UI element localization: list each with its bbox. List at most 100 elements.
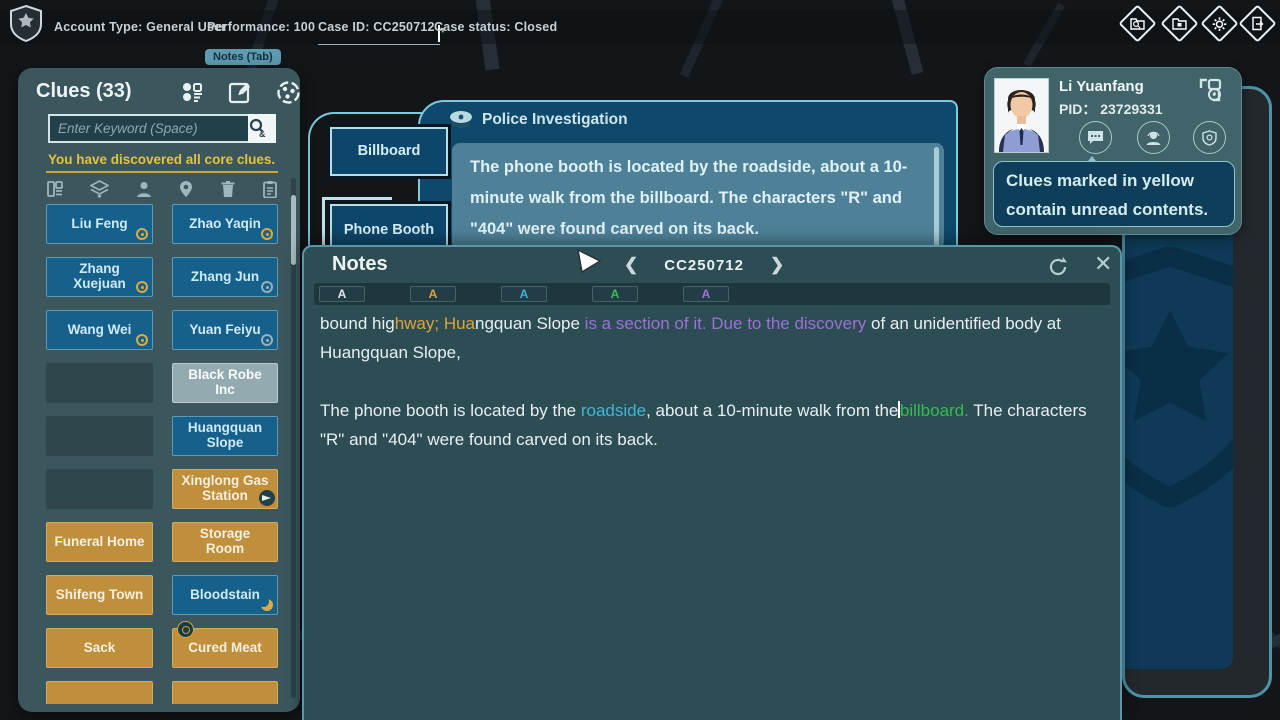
notes-text-segment: of an unidentified body at — [871, 314, 1061, 333]
clue-button-label: Bloodstain — [190, 588, 260, 603]
police-cap-icon — [448, 110, 474, 129]
filter-cabinet-icon[interactable] — [46, 180, 64, 198]
svg-text:&: & — [259, 129, 266, 139]
notes-color-tab-0[interactable]: A — [319, 286, 365, 302]
notes-panel: Notes ❮ CC250712 ❯ ✕ A A A A A bound highway… — [302, 245, 1122, 720]
notes-text-segment: , about a 10-minute walk from the — [646, 401, 898, 420]
clue-button-liu-feng[interactable]: Liu Feng — [46, 204, 153, 244]
clue-button-zhao-yaqin[interactable]: Zhao Yaqin — [172, 204, 278, 244]
clue-button-sack[interactable]: Sack — [46, 628, 153, 668]
clue-button-storage-room[interactable]: Storage Room — [172, 522, 278, 562]
police-investigation-title: Police Investigation — [482, 111, 628, 129]
close-icon[interactable]: ✕ — [1094, 251, 1112, 277]
clue-button-black-robe-inc[interactable]: Black Robe Inc — [172, 363, 278, 403]
notes-text-segment: roadside — [581, 401, 646, 420]
clue-button-label: Sack — [84, 641, 116, 656]
portrait-swap-icon[interactable] — [1197, 77, 1223, 103]
clue-button-label: Zhang Jun — [191, 270, 259, 285]
case-id-dropdown[interactable]: Case ID: CC250712 ▼ — [318, 20, 440, 45]
clue-button-label: Yuan Feiyu — [189, 323, 260, 338]
next-case-arrow[interactable]: ❯ — [770, 255, 784, 275]
assistant-name: Li Yuanfang — [1059, 78, 1144, 95]
clue-button-bloodstain[interactable]: Bloodstain — [172, 575, 278, 615]
clue-button-xinglong-gas-station[interactable]: Xinglong Gas Station — [172, 469, 278, 509]
police-investigation-header: Police Investigation — [448, 110, 628, 129]
notes-color-toolbar: AAAAA — [314, 283, 1110, 305]
clue-button-huangquan-slope[interactable]: Huangquan Slope — [172, 416, 278, 456]
discovered-message: You have discovered all core clues. — [48, 152, 275, 167]
clue-button-funeral-home[interactable]: Funeral Home — [46, 522, 153, 562]
notes-color-tab-4[interactable]: A — [683, 286, 729, 302]
share-network-icon[interactable] — [276, 80, 301, 105]
clue-button-cured-meat[interactable]: Cured Meat — [172, 628, 278, 668]
clue-slot-empty — [46, 469, 153, 509]
clue-button-partial[interactable] — [46, 681, 153, 704]
clue-button-label: Black Robe Inc — [179, 368, 271, 398]
badge-shield-icon[interactable] — [1193, 121, 1226, 154]
unread-badge-gold-dot — [261, 228, 273, 240]
tip-text: Clues marked in yellow contain unread co… — [1006, 166, 1222, 224]
clue-button-label: Shifeng Town — [56, 588, 144, 603]
notes-line: "R" and "404" were found carved on its b… — [320, 425, 1100, 454]
unread-badge-horn — [259, 490, 275, 506]
clue-button-label: Cured Meat — [188, 641, 262, 656]
divider — [46, 171, 278, 173]
unread-badge-gold-dot — [136, 334, 148, 346]
unread-badge-gold-dot — [136, 228, 148, 240]
contact-person-icon[interactable] — [1137, 121, 1170, 154]
search-input[interactable] — [48, 114, 248, 143]
notes-case-id: CC250712 — [664, 257, 744, 274]
clues-panel-title: Clues (33) — [36, 80, 132, 103]
search-icon: & — [248, 118, 268, 139]
clue-button-shifeng-town[interactable]: Shifeng Town — [46, 575, 153, 615]
notes-text-segment: bound hig — [320, 314, 395, 333]
clue-button-grid: Liu Feng Zhao Yaqin Zhang Xuejuan Zhang Jun… — [46, 204, 278, 704]
clue-list-view-icon[interactable] — [180, 80, 204, 104]
tip-box: Clues marked in yellow contain unread co… — [993, 161, 1235, 227]
notes-reset-icon[interactable] — [1046, 255, 1070, 279]
node-button-billboard[interactable]: Billboard — [330, 127, 448, 176]
clue-button-label: Liu Feng — [71, 217, 127, 232]
notes-text-content[interactable]: bound highway; Huangquan Slope is a sect… — [320, 309, 1100, 454]
clue-button-label: Zhao Yaqin — [189, 217, 261, 232]
clue-button-yuan-feiyu[interactable]: Yuan Feiyu — [172, 310, 278, 350]
notes-color-tab-2[interactable]: A — [501, 286, 547, 302]
chat-bubble-icon[interactable] — [1079, 121, 1112, 154]
notes-title: Notes — [332, 253, 388, 276]
clues-panel: Clues (33) & You have discovered all cor… — [18, 68, 300, 712]
clue-button-partial[interactable] — [172, 681, 278, 704]
prev-case-arrow[interactable]: ❮ — [624, 255, 638, 275]
clue-button-wang-wei[interactable]: Wang Wei — [46, 310, 153, 350]
filter-clipboard-icon[interactable] — [262, 180, 278, 198]
clue-button-label: Storage Room — [179, 527, 271, 557]
notes-color-tab-1[interactable]: A — [410, 286, 456, 302]
clue-slot-empty — [46, 363, 153, 403]
filter-person-icon[interactable] — [135, 180, 153, 198]
notes-color-tab-3[interactable]: A — [592, 286, 638, 302]
filter-location-pin-icon[interactable] — [178, 180, 194, 198]
assistant-pid: PID： 23729331 — [1059, 99, 1163, 119]
clue-button-zhang-jun[interactable]: Zhang Jun — [172, 257, 278, 297]
investigation-text-box: The phone booth is located by the roadsi… — [452, 143, 944, 250]
notes-text-segment: ngquan Slope — [475, 314, 585, 333]
assistant-card: Li Yuanfang PID： 23729331 Clues marked i… — [984, 67, 1242, 235]
unread-badge-crescent — [261, 599, 273, 611]
notes-text-segment: is a section of it. Due to the discovery — [585, 314, 871, 333]
investigation-text: The phone booth is located by the roadsi… — [470, 152, 918, 245]
notes-case-navigation: ❮ CC250712 ❯ — [624, 255, 784, 275]
avatar — [994, 78, 1049, 153]
edit-note-icon[interactable] — [228, 80, 252, 104]
filter-trash-icon[interactable] — [220, 180, 236, 198]
search-button[interactable]: & — [248, 114, 276, 143]
clues-scrollbar-thumb[interactable] — [291, 195, 296, 265]
notes-text-segment: The phone booth is located by the — [320, 401, 581, 420]
filter-layers-icon[interactable] — [90, 180, 109, 198]
notes-line: bound highway; Huangquan Slope is a sect… — [320, 309, 1100, 338]
unread-badge-gray-dot — [261, 334, 273, 346]
case-status-label: Case status: Closed — [434, 20, 557, 34]
clue-button-zhang-xuejuan[interactable]: Zhang Xuejuan — [46, 257, 153, 297]
clue-button-label: Huangquan Slope — [179, 421, 271, 451]
notes-line: Huangquan Slope, — [320, 338, 1100, 367]
unread-badge-seal — [177, 621, 194, 638]
case-id-text: Case ID: CC250712 — [318, 20, 435, 34]
